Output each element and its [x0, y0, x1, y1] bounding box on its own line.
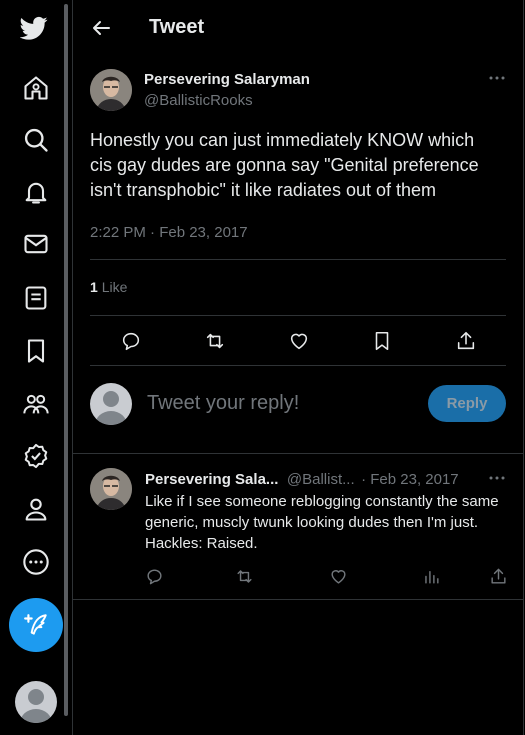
divider	[73, 453, 523, 454]
author-handle[interactable]: @BallisticRooks	[144, 92, 253, 109]
compose-tweet-button[interactable]	[9, 598, 63, 652]
likes-stat[interactable]: 1 Like	[90, 279, 127, 295]
sidebar	[0, 0, 70, 735]
share-icon[interactable]	[455, 330, 477, 352]
divider	[90, 259, 506, 260]
tweet-text: Honestly you can just immediately KNOW w…	[90, 130, 479, 200]
divider	[90, 315, 506, 316]
reply-text: Like if I see someone reblogging constan…	[145, 493, 499, 552]
back-arrow-icon[interactable]	[89, 16, 113, 40]
retweet-icon[interactable]	[204, 330, 226, 352]
bookmark-icon[interactable]	[371, 330, 393, 352]
reply-input[interactable]: Tweet your reply!	[147, 392, 299, 415]
divider	[73, 599, 523, 600]
profile-icon[interactable]	[22, 495, 50, 523]
more-dots-icon[interactable]	[487, 68, 507, 88]
like-heart-icon[interactable]	[288, 330, 310, 352]
reply-share-icon[interactable]	[489, 567, 508, 586]
reply-analytics-icon[interactable]	[422, 567, 441, 586]
reply-icon[interactable]	[120, 330, 142, 352]
reply-button[interactable]: Reply	[428, 385, 506, 422]
messages-envelope-icon[interactable]	[22, 230, 50, 258]
bookmarks-icon[interactable]	[22, 337, 50, 365]
reply-more-dots-icon[interactable]	[487, 468, 507, 488]
reply-retweet-icon[interactable]	[235, 567, 254, 586]
reply-like-heart-icon[interactable]	[329, 567, 348, 586]
home-icon[interactable]	[22, 74, 50, 102]
more-options-icon[interactable]	[22, 548, 50, 576]
tweet-detail-panel: Tweet Persevering Salaryman @BallisticRo…	[72, 0, 524, 735]
notifications-bell-icon[interactable]	[22, 178, 50, 206]
account-avatar[interactable]	[15, 681, 57, 723]
author-avatar[interactable]	[90, 69, 132, 111]
reply-author-avatar[interactable]	[90, 468, 132, 510]
reply-header: Persevering Sala... @Ballist... · Feb 23…	[145, 471, 459, 489]
lists-icon[interactable]	[22, 284, 50, 312]
reply-author-handle[interactable]: @Ballist...	[287, 471, 355, 488]
tweet-timestamp[interactable]: 2:22 PM · Feb 23, 2017	[90, 224, 248, 241]
my-avatar[interactable]	[90, 383, 132, 425]
reply-reply-icon[interactable]	[145, 567, 164, 586]
communities-icon[interactable]	[22, 390, 50, 418]
sidebar-scrollbar[interactable]	[64, 4, 68, 716]
reply-author-name[interactable]: Persevering Sala...	[145, 471, 278, 488]
author-name[interactable]: Persevering Salaryman	[144, 71, 310, 88]
verified-badge-icon[interactable]	[22, 442, 50, 470]
feather-plus-icon	[24, 614, 47, 635]
page-title: Tweet	[149, 16, 205, 38]
twitter-logo-icon[interactable]	[20, 14, 52, 44]
explore-search-icon[interactable]	[22, 126, 50, 154]
divider	[90, 365, 506, 366]
likes-label: Like	[101, 279, 128, 295]
likes-count: 1	[90, 279, 98, 295]
reply-date[interactable]: · Feb 23, 2017	[361, 471, 459, 488]
